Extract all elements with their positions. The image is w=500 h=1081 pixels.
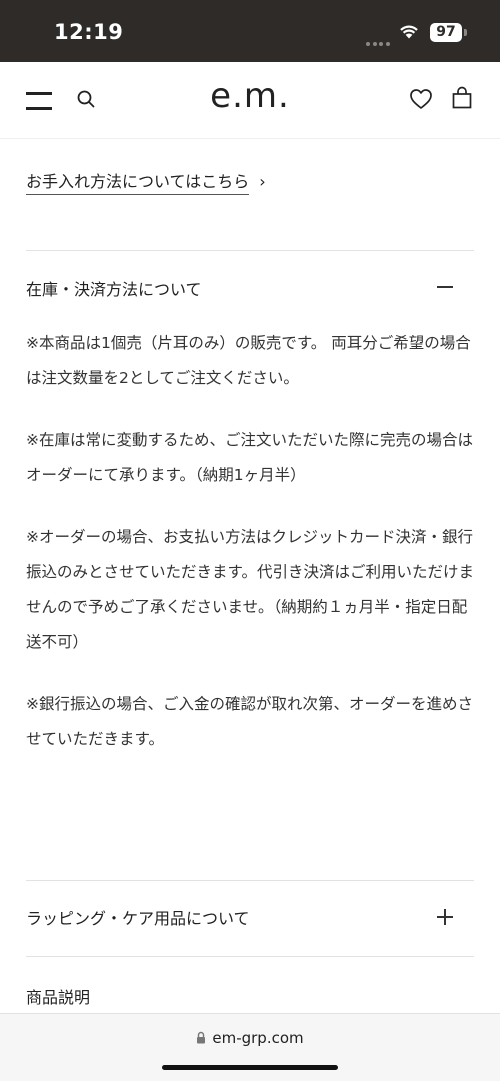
status-time: 12:19 xyxy=(54,20,124,44)
status-bar: 12:19 97 xyxy=(0,0,500,62)
care-link-label: お手入れ方法についてはこちら xyxy=(26,172,250,195)
lock-icon xyxy=(197,1031,206,1044)
care-instructions-link[interactable]: お手入れ方法についてはこちら › xyxy=(26,168,266,195)
wifi-icon xyxy=(400,25,418,39)
chevron-right-icon: › xyxy=(259,172,266,191)
accordion-body-stock-payment: ※本商品は1個売（片耳のみ）の販売です。 両耳分ご希望の場合は注文数量を2として… xyxy=(26,326,480,784)
site-header: e.m. xyxy=(0,62,500,139)
divider xyxy=(26,880,474,881)
notice-paragraph: ※銀行振込の場合、ご入金の確認が取れ次第、オーダーを進めさせていただきます。 xyxy=(26,695,473,748)
browser-address-bar[interactable]: em-grp.com xyxy=(0,1013,500,1081)
url-text: em-grp.com xyxy=(212,1029,304,1047)
collapse-minus-icon[interactable] xyxy=(432,274,458,300)
shopping-bag-icon[interactable] xyxy=(451,86,473,110)
accordion-title-wrapping-care[interactable]: ラッピング・ケア用品について xyxy=(26,905,250,929)
divider xyxy=(26,956,474,957)
home-indicator[interactable] xyxy=(162,1065,338,1070)
notice-paragraph: ※オーダーの場合、お支払い方法はクレジットカード決済・銀行振込のみとさせていただ… xyxy=(26,528,474,651)
notice-paragraph: ※本商品は1個売（片耳のみ）の販売です。 両耳分ご希望の場合は注文数量を2として… xyxy=(26,334,471,387)
heart-icon[interactable] xyxy=(409,88,433,110)
battery-level: 97 xyxy=(430,23,462,42)
url-display[interactable]: em-grp.com xyxy=(0,1029,500,1047)
accordion-title-product-description[interactable]: 商品説明 xyxy=(26,984,90,1008)
accordion-title-stock-payment[interactable]: 在庫・決済方法について xyxy=(26,276,202,300)
cellular-signal-icon xyxy=(366,31,392,46)
battery-tip xyxy=(464,29,467,36)
divider xyxy=(26,250,474,251)
notice-paragraph: ※在庫は常に変動するため、ご注文いただいた際に完売の場合はオーダーにて承ります。… xyxy=(26,431,473,484)
expand-plus-icon[interactable] xyxy=(432,904,458,930)
